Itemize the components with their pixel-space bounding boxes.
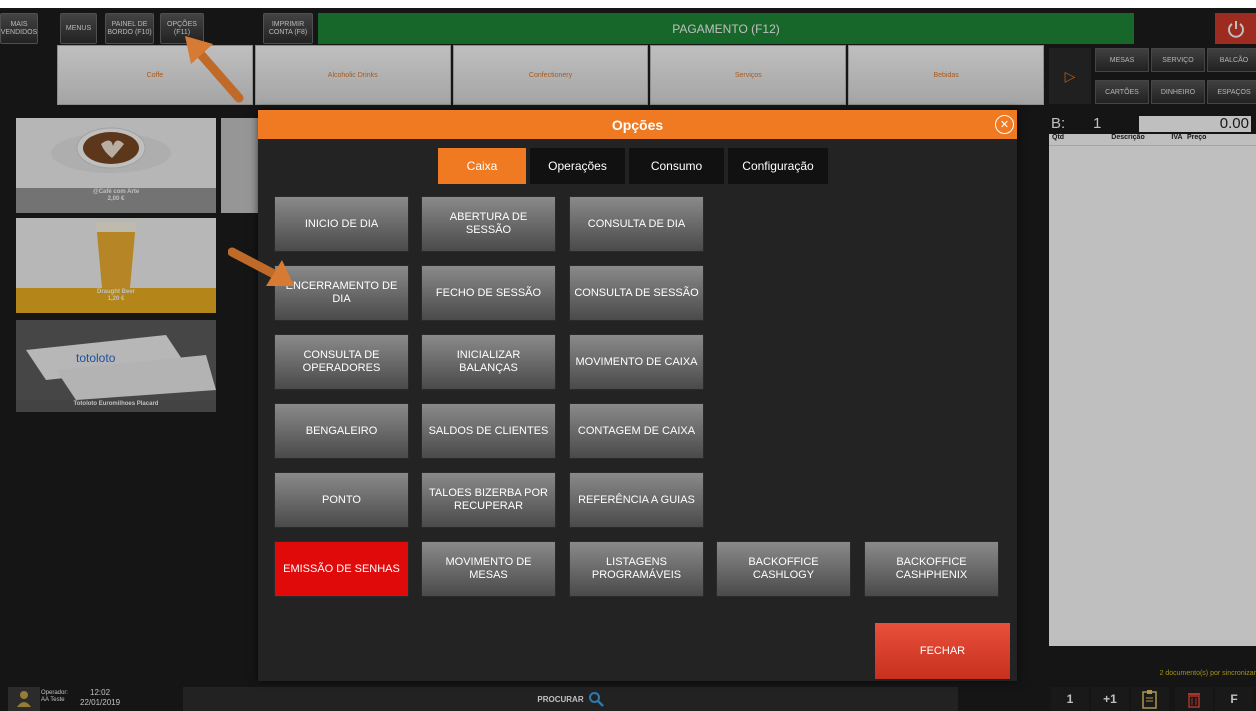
movimento-de-caixa-button[interactable]: MOVIMENTO DE CAIXA [569,334,704,390]
options-dialog: Opções ✕ Caixa Operações Consumo Configu… [258,110,1017,681]
saldos-de-clientes-button[interactable]: SALDOS DE CLIENTES [421,403,556,459]
contagem-de-caixa-button[interactable]: CONTAGEM DE CAIXA [569,403,704,459]
close-dialog-button[interactable]: ✕ [995,115,1014,134]
consulta-de-sessao-button[interactable]: CONSULTA DE SESSÃO [569,265,704,321]
backoffice-cashlogy-button[interactable]: BACKOFFICE CASHLOGY [716,541,851,597]
backoffice-cashphenix-button[interactable]: BACKOFFICE CASHPHENIX [864,541,999,597]
options-tabs: Caixa Operações Consumo Configuração [438,148,828,184]
pointer-arrow-encerramento [228,247,294,286]
abertura-de-sessao-button[interactable]: ABERTURA DE SESSÃO [421,196,556,252]
consulta-de-dia-button[interactable]: CONSULTA DE DIA [569,196,704,252]
tab-consumo[interactable]: Consumo [629,148,724,184]
tab-configuracao[interactable]: Configuração [728,148,828,184]
pointer-arrow-opcoes [185,36,244,103]
movimento-de-mesas-button[interactable]: MOVIMENTO DE MESAS [421,541,556,597]
inicio-de-dia-button[interactable]: INICIO DE DIA [274,196,409,252]
consulta-de-operadores-button[interactable]: CONSULTA DE OPERADORES [274,334,409,390]
bengaleiro-button[interactable]: BENGALEIRO [274,403,409,459]
fechar-button[interactable]: FECHAR [875,623,1010,679]
tab-operacoes[interactable]: Operações [530,148,625,184]
emissao-de-senhas-button[interactable]: EMISSÃO DE SENHAS [274,541,409,597]
inicializar-balancas-button[interactable]: INICIALIZAR BALANÇAS [421,334,556,390]
taloes-bizerba-button[interactable]: TALOES BIZERBA POR RECUPERAR [421,472,556,528]
pos-app: MAIS VENDIDOS MENUS PAINEL DE BORDO (F10… [0,8,1256,711]
listagens-programaveis-button[interactable]: LISTAGENS PROGRAMÁVEIS [569,541,704,597]
tab-caixa[interactable]: Caixa [438,148,526,184]
fecho-de-sessao-button[interactable]: FECHO DE SESSÃO [421,265,556,321]
close-icon: ✕ [999,119,1010,131]
ponto-button[interactable]: PONTO [274,472,409,528]
dialog-title: Opções [258,110,1017,139]
referencia-a-guias-button[interactable]: REFERÊNCIA A GUIAS [569,472,704,528]
